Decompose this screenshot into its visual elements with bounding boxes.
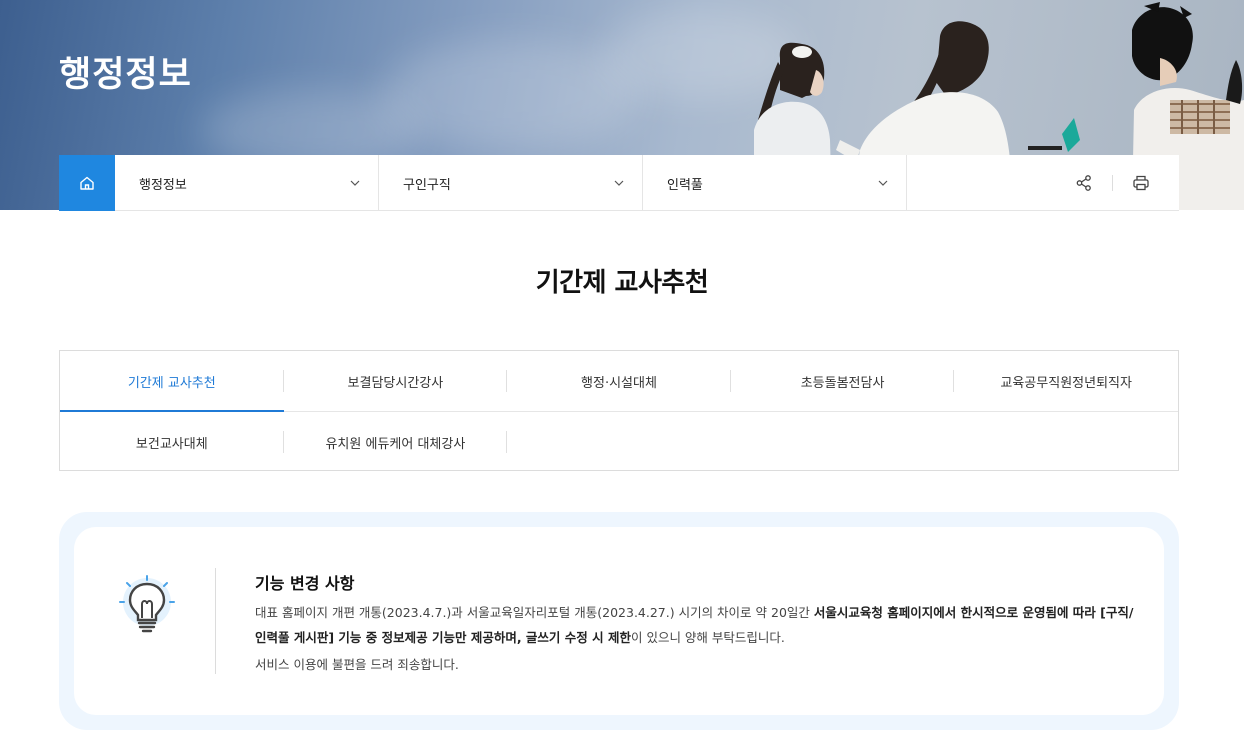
category-tabs: 기간제 교사추천 보결담당시간강사 행정·시설대체 초등돌봄전담사 교육공무직원…: [59, 350, 1179, 471]
notice-body-text: 대표 홈페이지 개편 개통(2023.4.7.)과 서울교육일자리포털 개통(2…: [255, 605, 814, 620]
nav-select-jobs[interactable]: 구인구직: [379, 155, 643, 211]
notice-title: 기능 변경 사항: [255, 574, 355, 593]
location-navbar: 행정정보 구인구직 인력풀: [59, 155, 1179, 211]
chevron-down-icon: [878, 180, 888, 186]
nav-select-talent-pool[interactable]: 인력풀: [643, 155, 907, 211]
tab-elementary-care[interactable]: 초등돌봄전담사: [731, 351, 955, 411]
nav-tools: [1066, 155, 1179, 210]
tab-retired-staff[interactable]: 교육공무직원정년퇴직자: [954, 351, 1178, 411]
page-title: 기간제 교사추천: [535, 268, 709, 298]
tab-health-teacher-substitute[interactable]: 보건교사대체: [60, 412, 284, 472]
print-button[interactable]: [1123, 165, 1159, 201]
home-icon: [80, 176, 94, 190]
tab-substitute-lecturer[interactable]: 보결담당시간강사: [284, 351, 508, 411]
home-button[interactable]: [59, 155, 115, 211]
notice-body: 대표 홈페이지 개편 개통(2023.4.7.)과 서울교육일자리포털 개통(2…: [255, 600, 1135, 650]
chevron-down-icon: [614, 180, 624, 186]
nav-select-label: 인력풀: [667, 177, 703, 193]
nav-select-label: 구인구직: [403, 177, 451, 193]
notice-body-text-end: 이 있으니 양해 부탁드립니다.: [630, 630, 785, 645]
tool-divider: [1112, 174, 1113, 191]
tab-row: 기간제 교사추천 보결담당시간강사 행정·시설대체 초등돌봄전담사 교육공무직원…: [60, 351, 1178, 412]
notice-footer: 서비스 이용에 불편을 드려 죄송합니다.: [255, 657, 459, 672]
hero-title: 행정정보: [59, 55, 192, 95]
tab-admin-facility-substitute[interactable]: 행정·시설대체: [507, 351, 731, 411]
share-button[interactable]: [1066, 165, 1102, 201]
print-icon: [1133, 175, 1149, 190]
share-icon: [1076, 174, 1091, 191]
nav-select-label: 행정정보: [139, 177, 187, 193]
lightbulb-icon: [119, 575, 175, 633]
chevron-down-icon: [350, 180, 360, 186]
notice-divider: [215, 568, 216, 674]
tab-kindergarten-educare[interactable]: 유치원 에듀케어 대체강사: [284, 412, 508, 472]
nav-select-admin-info[interactable]: 행정정보: [115, 155, 379, 211]
tab-row: 보건교사대체 유치원 에듀케어 대체강사: [60, 411, 1178, 471]
tab-fixed-term-teacher[interactable]: 기간제 교사추천: [60, 351, 284, 412]
